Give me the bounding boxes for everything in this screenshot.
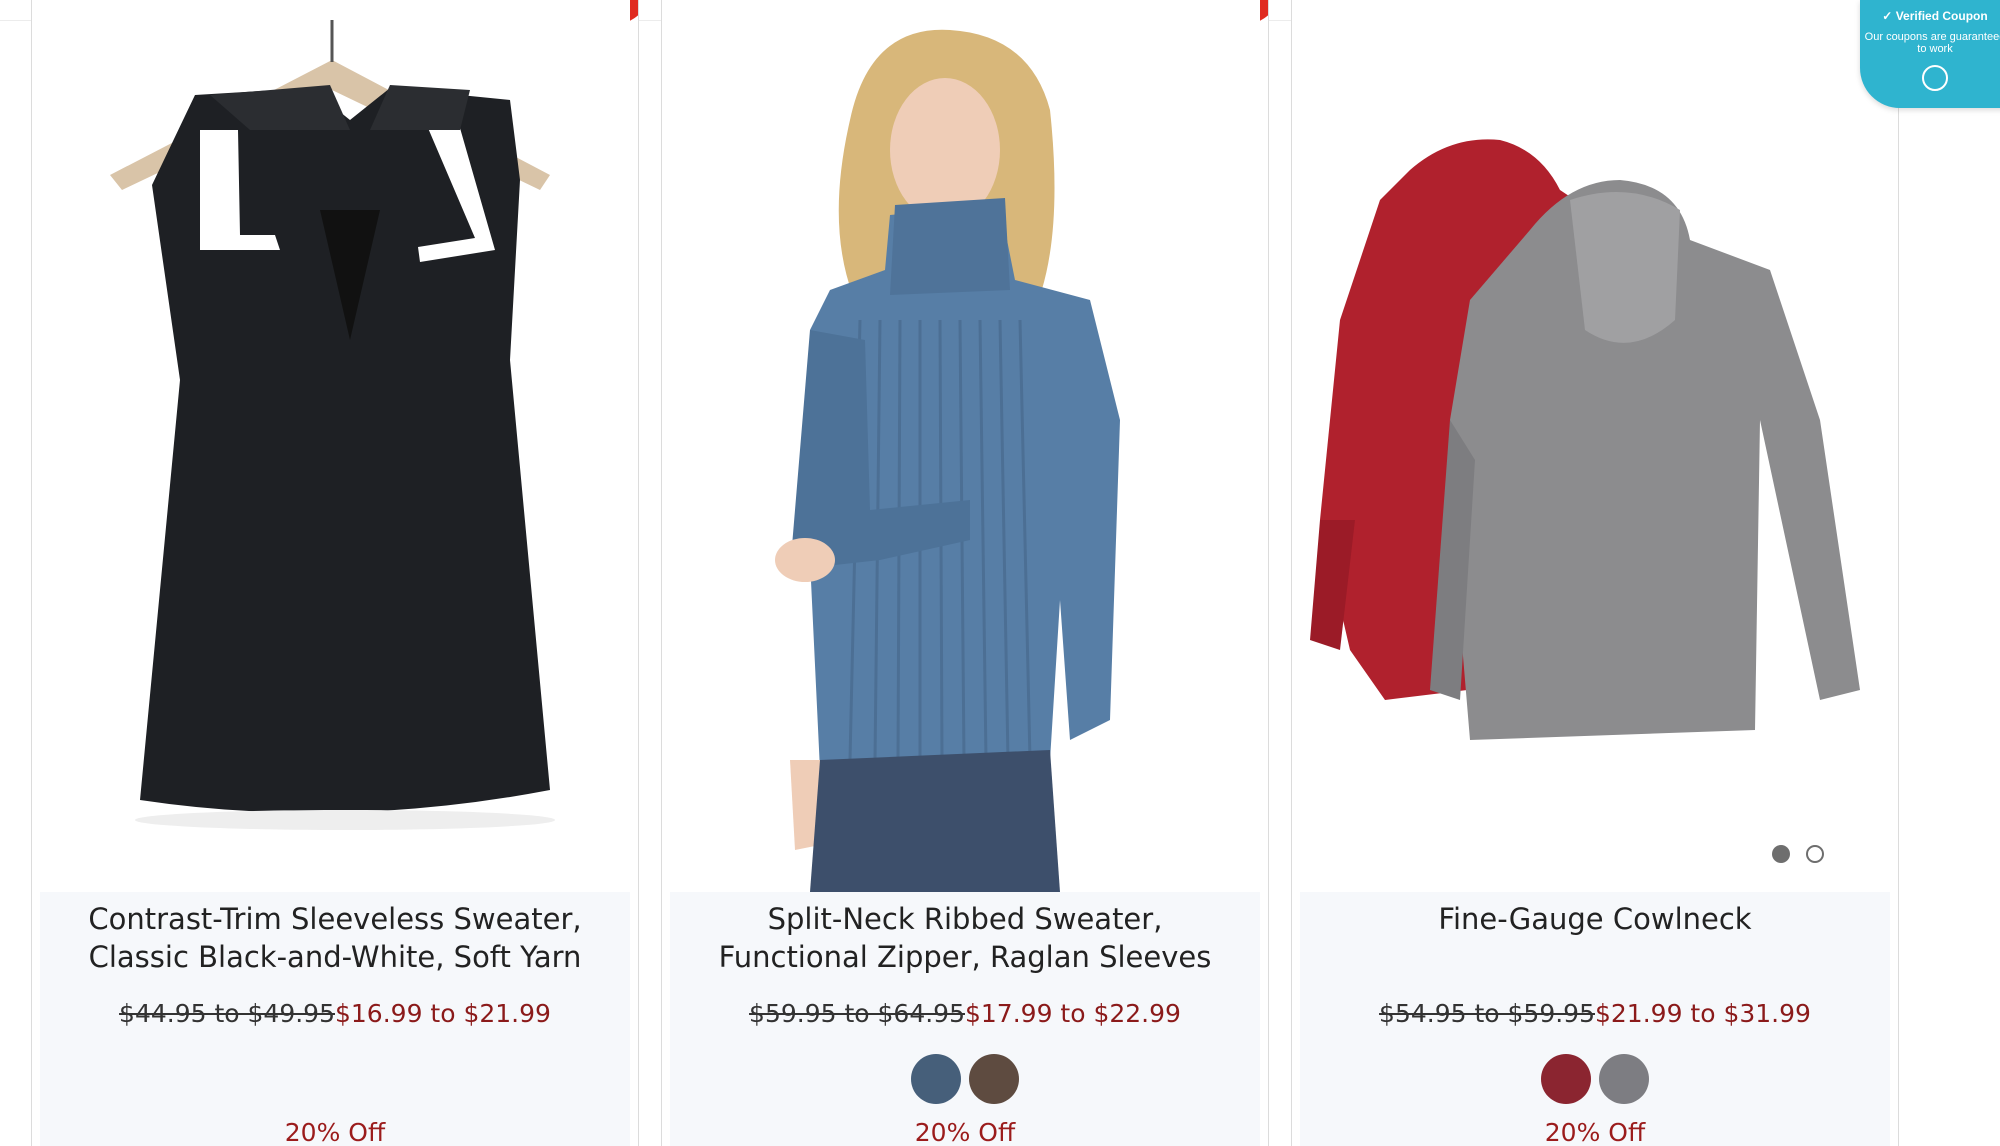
check-circle-icon: ✓	[1882, 9, 1893, 23]
original-price: $59.95 to $64.95	[749, 999, 965, 1028]
price-line: $44.95 to $49.95$16.99 to $21.99	[40, 999, 630, 1028]
product-image[interactable]	[670, 0, 1260, 892]
color-swatch-grey[interactable]	[1599, 1054, 1649, 1104]
product-image[interactable]	[40, 0, 630, 892]
chat-bubble-icon[interactable]	[1922, 65, 1948, 91]
cowlneck-sweaters-image	[1310, 139, 1860, 740]
coupon-title-row: ✓ Verified Coupon	[1860, 9, 2000, 23]
carousel-dots	[1772, 845, 1824, 863]
original-price: $44.95 to $49.95	[119, 999, 335, 1028]
coupon-title: Verified Coupon	[1895, 9, 1988, 23]
original-price: $54.95 to $59.95	[1379, 999, 1595, 1028]
product-card-1[interactable]: Contrast-Trim Sleeveless Sweater, Classi…	[31, 0, 639, 1146]
carousel-dot-active[interactable]	[1772, 845, 1790, 863]
coupon-subtitle: Our coupons are guaranteed to work	[1864, 31, 2000, 55]
sale-price: $16.99 to $21.99	[335, 999, 551, 1028]
product-info: Split-Neck Ribbed Sweater, Functional Zi…	[670, 892, 1260, 1146]
color-swatch-brown[interactable]	[969, 1054, 1019, 1104]
color-swatches	[1300, 1054, 1890, 1104]
discount-label: 20% Off	[284, 1118, 386, 1146]
sleeveless-sweater-image	[110, 20, 555, 830]
discount-label: 20% Off	[914, 1118, 1016, 1146]
product-card-2[interactable]: Split-Neck Ribbed Sweater, Functional Zi…	[661, 0, 1269, 1146]
color-swatch-blue[interactable]	[911, 1054, 961, 1104]
price-line: $54.95 to $59.95$21.99 to $31.99	[1300, 999, 1890, 1028]
ribbed-sweater-model-image	[775, 29, 1120, 892]
product-card-3[interactable]: Fine-Gauge Cowlneck $54.95 to $59.95$21.…	[1291, 0, 1899, 1146]
carousel-dot[interactable]	[1806, 845, 1824, 863]
product-title[interactable]: Contrast-Trim Sleeveless Sweater, Classi…	[70, 900, 600, 976]
product-image[interactable]	[1300, 0, 1890, 892]
product-info: Contrast-Trim Sleeveless Sweater, Classi…	[40, 892, 630, 1146]
discount-label: 20% Off	[1544, 1118, 1646, 1146]
verified-coupon-widget[interactable]: ✓ Verified Coupon Our coupons are guaran…	[1860, 0, 2000, 108]
product-info: Fine-Gauge Cowlneck $54.95 to $59.95$21.…	[1300, 892, 1890, 1146]
sale-price: $17.99 to $22.99	[965, 999, 1181, 1028]
price-line: $59.95 to $64.95$17.99 to $22.99	[670, 999, 1260, 1028]
product-title[interactable]: Fine-Gauge Cowlneck	[1330, 900, 1860, 938]
product-title[interactable]: Split-Neck Ribbed Sweater, Functional Zi…	[700, 900, 1230, 976]
color-swatches	[670, 1054, 1260, 1104]
color-swatch-red[interactable]	[1541, 1054, 1591, 1104]
sale-price: $21.99 to $31.99	[1595, 999, 1811, 1028]
